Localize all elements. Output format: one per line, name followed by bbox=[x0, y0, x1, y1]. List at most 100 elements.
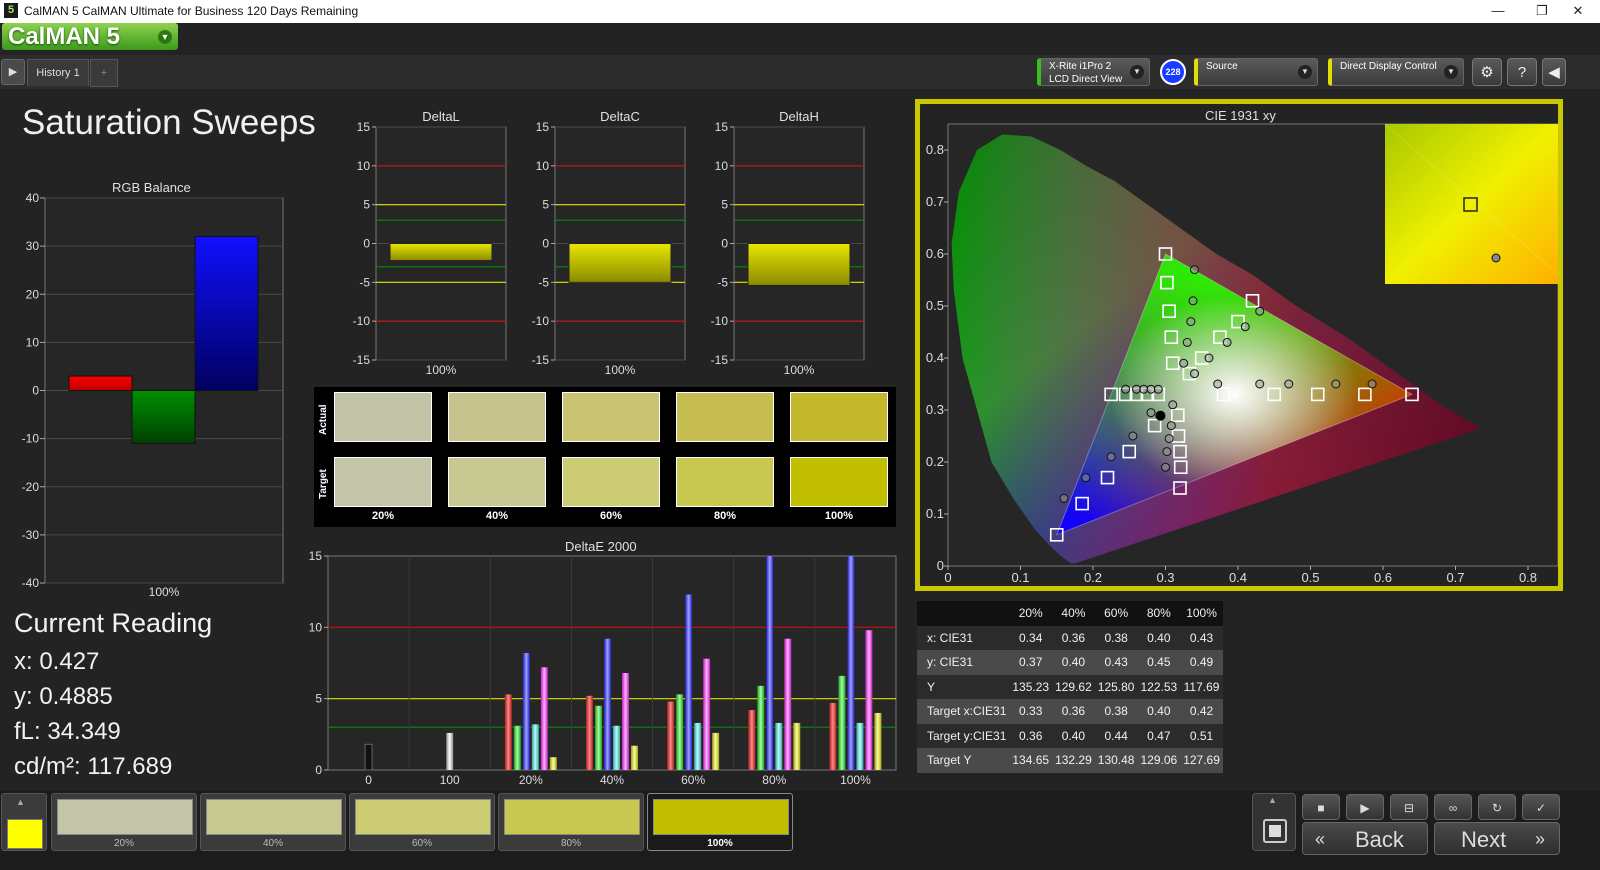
source-selector[interactable]: Source ▼ bbox=[1194, 58, 1318, 86]
actual-swatch bbox=[790, 392, 888, 442]
measured-point bbox=[1255, 379, 1265, 389]
sweep-point-card[interactable]: 60% bbox=[349, 793, 495, 851]
back-button[interactable]: « Back bbox=[1302, 822, 1428, 855]
x-tick-label: 100% bbox=[605, 363, 636, 377]
measured-point bbox=[1121, 384, 1131, 394]
x-tick-label: 0.2 bbox=[1084, 570, 1102, 585]
stop-button[interactable]: ■ bbox=[1302, 794, 1340, 820]
deltae-bar-blue bbox=[766, 556, 774, 770]
table-cell: 0.42 bbox=[1180, 699, 1223, 724]
color-swatch-panel: Actual Target 20% 40% 60% 80% 100% bbox=[314, 387, 896, 527]
sweep-point-card[interactable]: 40% bbox=[200, 793, 346, 851]
x-tick-label: 100% bbox=[426, 363, 457, 377]
deltae-bar-magenta bbox=[540, 667, 548, 770]
table-cell: 122.53 bbox=[1137, 674, 1181, 699]
measured-point bbox=[1240, 322, 1250, 332]
sweep-point-swatch bbox=[653, 799, 789, 835]
y-tick-label: -40 bbox=[22, 576, 40, 590]
y-tick-label: 0 bbox=[363, 237, 370, 251]
sweep-point-label: 100% bbox=[707, 838, 733, 849]
table-cell: 117.69 bbox=[1180, 674, 1223, 699]
settings-button[interactable]: ⚙ bbox=[1472, 58, 1502, 86]
loop-button[interactable]: ∞ bbox=[1434, 794, 1472, 820]
gear-icon: ⚙ bbox=[1480, 64, 1494, 81]
table-row: Target y:CIE31 0.36 0.40 0.44 0.47 0.51 bbox=[917, 723, 1223, 748]
measured-point bbox=[1284, 379, 1294, 389]
collapse-icon: ◀ bbox=[1548, 64, 1560, 81]
next-button[interactable]: Next » bbox=[1434, 822, 1560, 855]
y-tick-label: 0.3 bbox=[926, 402, 944, 417]
calman-logo-menu[interactable]: CalMAN 5 ▼ bbox=[2, 23, 178, 50]
measured-point bbox=[1166, 421, 1176, 431]
y-tick-label: 10 bbox=[536, 159, 550, 173]
red-balance-bar-fill bbox=[68, 375, 133, 391]
sweep-point-swatch bbox=[504, 799, 640, 835]
delta-lch-charts: DeltaL 15 10 5 0 -5 -10 -15 100% DeltaC 15 10 5 0 -5 -1… bbox=[353, 109, 865, 377]
deltae-bar-green bbox=[595, 705, 602, 770]
table-row: y: CIE31 0.37 0.40 0.43 0.45 0.49 bbox=[917, 650, 1223, 675]
fit-button[interactable]: ⊟ bbox=[1390, 794, 1428, 820]
tab-history-1[interactable]: History 1 bbox=[27, 59, 89, 86]
column-header bbox=[917, 601, 1010, 626]
sweep-point-swatch bbox=[57, 799, 193, 835]
delta-bar bbox=[747, 243, 851, 286]
x-tick-label: 0.1 bbox=[1011, 570, 1029, 585]
sweep-point-card[interactable]: 100% bbox=[647, 793, 793, 851]
deltae-bar-white bbox=[364, 743, 373, 771]
meter-selector[interactable]: X-Rite i1Pro 2 LCD Direct View ▼ bbox=[1037, 58, 1150, 86]
confirm-button[interactable]: ✓ bbox=[1522, 794, 1560, 820]
blue-balance-bar-fill bbox=[194, 236, 259, 391]
row-label: Y bbox=[917, 674, 1010, 699]
help-button[interactable]: ? bbox=[1507, 58, 1537, 86]
sweep-point-card[interactable]: 80% bbox=[498, 793, 644, 851]
history-play-button[interactable]: ▶ bbox=[1, 59, 25, 85]
meter-count-badge[interactable]: 228 bbox=[1160, 59, 1186, 85]
swatch-label: 40% bbox=[485, 510, 509, 522]
double-chevron-right-icon: » bbox=[1534, 829, 1545, 849]
table-cell: 0.43 bbox=[1094, 650, 1138, 675]
deltae-bar-white bbox=[446, 732, 454, 770]
white-point bbox=[1155, 410, 1166, 421]
delta-bar bbox=[568, 243, 672, 283]
sweep-point-card[interactable]: 20% bbox=[51, 793, 197, 851]
table-cell: 0.49 bbox=[1180, 650, 1223, 675]
measured-point bbox=[1168, 400, 1178, 410]
y-tick-label: 15 bbox=[309, 549, 323, 563]
row-label: y: CIE31 bbox=[917, 650, 1010, 675]
row-label: x: CIE31 bbox=[917, 625, 1010, 650]
reading-fl: fL: 34.349 bbox=[14, 718, 121, 745]
y-tick-label: 0 bbox=[315, 763, 322, 777]
deltae-bar-blue bbox=[685, 594, 693, 770]
deltae-bar-yellow bbox=[874, 712, 882, 770]
play-button[interactable]: ▶ bbox=[1346, 794, 1384, 820]
app-icon: 5 bbox=[4, 3, 18, 18]
deltae-bar-blue bbox=[604, 638, 611, 770]
y-tick-label: 5 bbox=[315, 692, 322, 706]
y-tick-label: 0.8 bbox=[926, 142, 944, 157]
target-label: Target bbox=[318, 469, 329, 499]
delta-chart-deltal: DeltaL 15 10 5 0 -5 -10 -15 100% bbox=[353, 109, 507, 377]
y-tick-label: 10 bbox=[715, 159, 729, 173]
deltae-bar-magenta bbox=[703, 658, 711, 770]
table-cell: 0.51 bbox=[1180, 723, 1223, 748]
close-button[interactable]: ✕ bbox=[1556, 1, 1600, 21]
sweep-point-label: 80% bbox=[560, 838, 581, 849]
deltae-bar-red bbox=[829, 702, 837, 770]
table-cell: 0.36 bbox=[1052, 699, 1095, 724]
table-cell: 0.45 bbox=[1137, 650, 1181, 675]
swatch-label: 100% bbox=[824, 510, 854, 522]
add-tab-button[interactable]: + bbox=[90, 59, 118, 87]
measured-point bbox=[1213, 379, 1223, 389]
table-cell: 135.23 bbox=[1009, 674, 1053, 699]
current-color-card[interactable]: ▲ bbox=[1, 793, 47, 851]
display-control-selector[interactable]: Direct Display Control ▼ bbox=[1328, 58, 1464, 86]
row-label: Target x:CIE31 bbox=[917, 699, 1010, 724]
sweep-point-label: 40% bbox=[262, 838, 283, 849]
stop-measure-button[interactable] bbox=[1263, 819, 1287, 843]
minimize-button[interactable]: — bbox=[1476, 1, 1520, 21]
y-tick-label: 0 bbox=[721, 237, 728, 251]
collapse-button[interactable]: ◀ bbox=[1542, 58, 1566, 86]
chevron-down-icon: ▼ bbox=[1444, 65, 1458, 79]
y-tick-label: 5 bbox=[542, 198, 549, 212]
refresh-button[interactable]: ↻ bbox=[1478, 794, 1516, 820]
